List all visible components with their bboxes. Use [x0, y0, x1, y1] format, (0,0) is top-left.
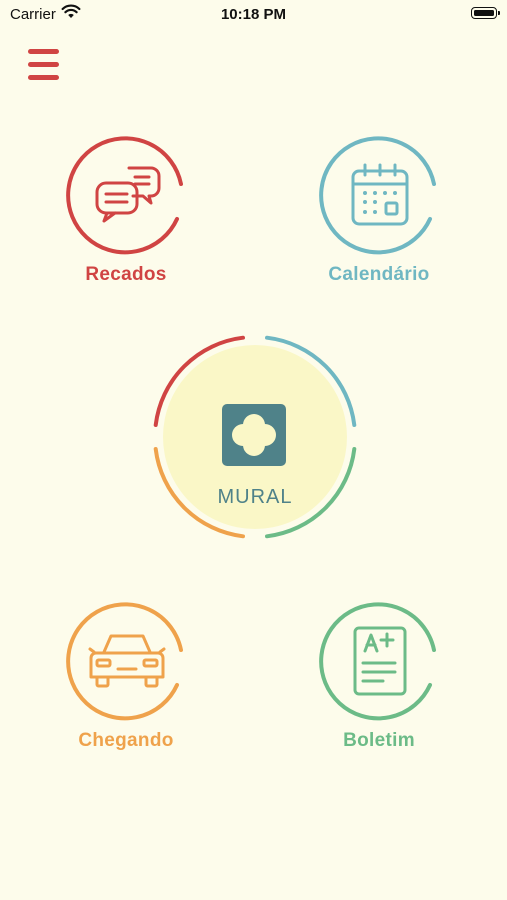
battery-icon — [471, 7, 500, 19]
clover-icon — [222, 404, 286, 466]
mural-label: MURAL — [217, 486, 293, 508]
status-bar: Carrier 10:18 PM — [0, 0, 507, 30]
chegando-button[interactable]: Chegando — [66, 600, 188, 760]
mural-button[interactable]: MURAL — [150, 332, 360, 542]
boletim-button[interactable]: Boletim — [319, 600, 441, 760]
menu-button[interactable] — [26, 48, 62, 84]
recados-button[interactable]: Recados — [66, 134, 188, 294]
boletim-label: Boletim — [343, 730, 415, 751]
calendar-icon — [351, 163, 409, 226]
car-icon — [88, 634, 166, 688]
chat-bubbles-icon — [95, 166, 161, 223]
report-card-icon — [353, 626, 407, 696]
chegando-label: Chegando — [78, 730, 174, 751]
calendario-label: Calendário — [328, 264, 430, 285]
recados-label: Recados — [85, 264, 167, 285]
calendario-button[interactable]: Calendário — [319, 134, 441, 294]
clock-time: 10:18 PM — [220, 6, 287, 23]
